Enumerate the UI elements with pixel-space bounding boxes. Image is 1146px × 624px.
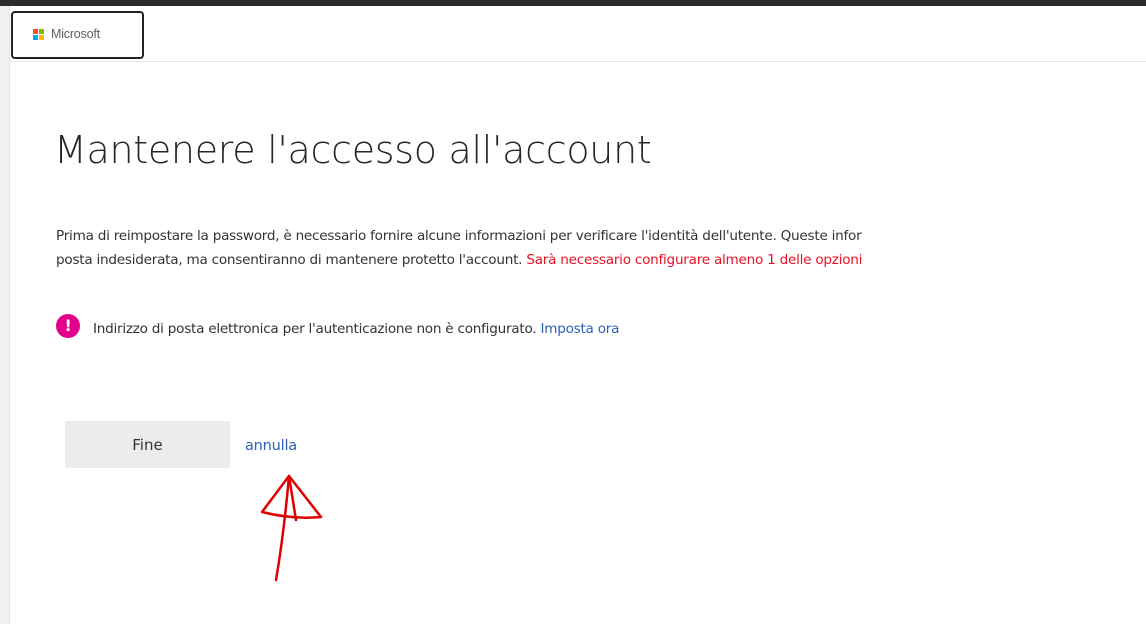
notice-text-wrap: Indirizzo di posta elettronica per l'aut… — [93, 321, 619, 337]
arrow-shaft-stroke — [274, 474, 291, 582]
cancel-link[interactable]: annulla — [245, 438, 297, 454]
arrow-head-inner-stroke — [287, 474, 298, 522]
header-bar — [10, 6, 1146, 62]
arrow-head-stroke — [260, 474, 323, 520]
red-arrow-annotation — [260, 474, 323, 582]
set-up-now-link[interactable]: Imposta ora — [540, 321, 619, 337]
description-line-2-text: posta indesiderata, ma consentiranno di … — [56, 252, 527, 268]
page-title: Mantenere l'accesso all'account — [54, 128, 652, 172]
description-line-1: Prima di reimpostare la password, è nece… — [56, 228, 862, 244]
brand-name: Microsoft — [51, 27, 100, 41]
notice-text: Indirizzo di posta elettronica per l'aut… — [93, 321, 541, 337]
finish-button[interactable]: Fine — [65, 421, 230, 468]
exclamation-icon: ! — [56, 314, 80, 338]
description-text: Prima di reimpostare la password, è nece… — [56, 224, 1146, 272]
description-line-2: posta indesiderata, ma consentiranno di … — [56, 248, 1146, 272]
left-edge — [0, 6, 10, 624]
microsoft-logo-icon — [33, 29, 45, 41]
microsoft-logo-box[interactable]: Microsoft — [11, 11, 144, 59]
description-warning: Sarà necessario configurare almeno 1 del… — [526, 252, 863, 268]
